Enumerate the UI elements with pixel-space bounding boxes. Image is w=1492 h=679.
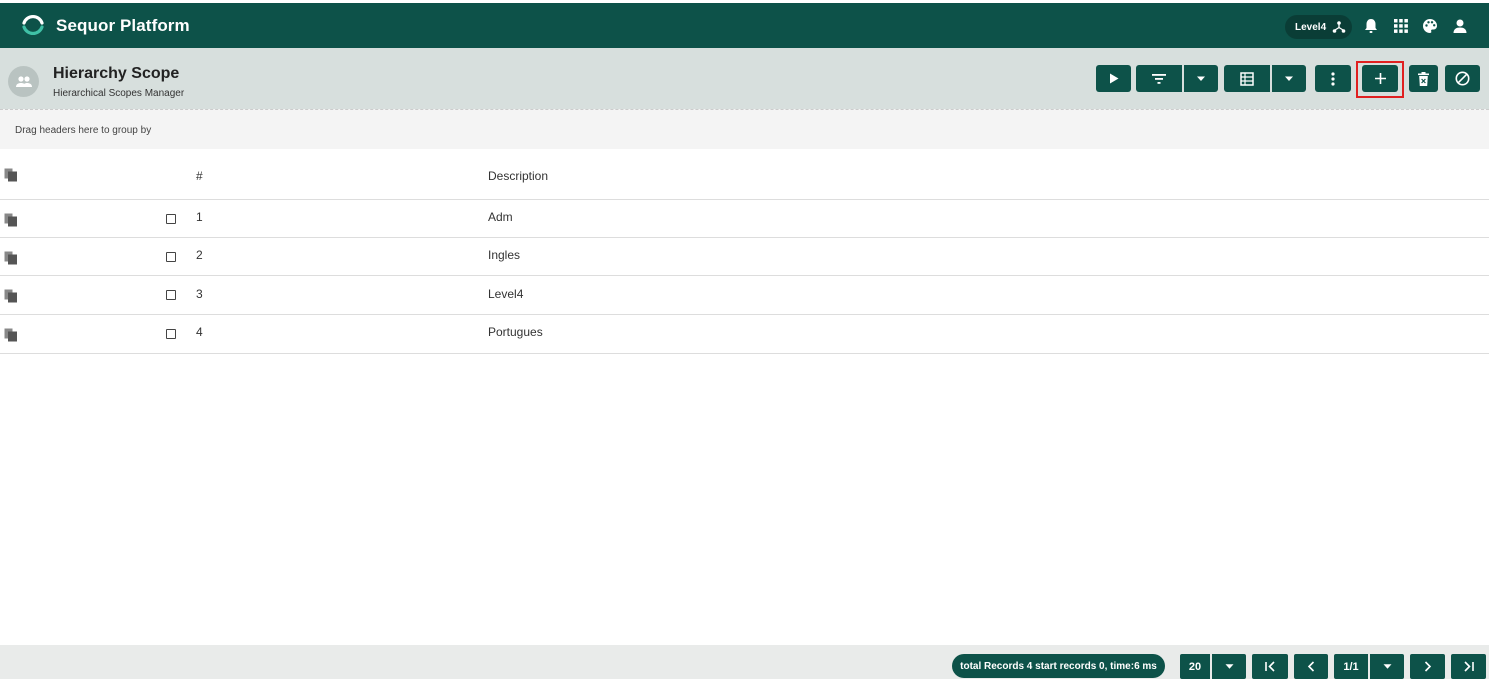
user-icon[interactable] (1451, 17, 1469, 35)
bell-icon[interactable] (1362, 17, 1380, 35)
last-page-icon (1463, 661, 1474, 672)
first-page-button[interactable] (1252, 654, 1288, 679)
page-size-value[interactable]: 20 (1180, 654, 1210, 679)
level-selector[interactable]: Level4 (1285, 15, 1352, 39)
pagination-bar: total Records 4 start records 0, time:6 … (0, 645, 1489, 679)
avatar (8, 66, 39, 97)
filter-button[interactable] (1136, 65, 1182, 92)
first-page-icon (1265, 661, 1275, 672)
block-icon (1455, 71, 1470, 86)
table-row[interactable]: 2 Ingles (0, 238, 1489, 276)
more-options-button[interactable] (1315, 65, 1351, 92)
table-icon (1240, 71, 1254, 86)
page-subtitle: Hierarchical Scopes Manager (53, 88, 185, 99)
page-title: Hierarchy Scope (53, 65, 180, 82)
hierarchy-icon (1332, 21, 1346, 33)
caret-down-icon (1383, 664, 1391, 669)
cell-number: 3 (196, 287, 203, 301)
copy-icon[interactable] (4, 289, 18, 303)
page-size-dropdown[interactable] (1212, 654, 1246, 679)
table-row[interactable]: 1 Adm (0, 200, 1489, 238)
cell-number: 1 (196, 210, 203, 224)
add-button-highlight (1356, 61, 1404, 98)
filter-icon (1152, 73, 1166, 84)
table-row[interactable]: 4 Portugues (0, 315, 1489, 354)
columns-button[interactable] (1224, 65, 1270, 92)
page-header: Hierarchy Scope Hierarchical Scopes Mana… (0, 48, 1489, 109)
filter-dropdown-button[interactable] (1184, 65, 1218, 92)
caret-down-icon (1285, 76, 1293, 81)
trash-icon (1418, 71, 1429, 86)
row-checkbox[interactable] (166, 214, 176, 224)
level-label: Level4 (1295, 21, 1327, 33)
apps-grid-icon[interactable] (1392, 17, 1410, 35)
table-row[interactable]: 3 Level4 (0, 276, 1489, 315)
last-page-button[interactable] (1451, 654, 1486, 679)
cell-description: Ingles (488, 248, 521, 262)
copy-icon[interactable] (4, 168, 18, 182)
previous-page-button[interactable] (1294, 654, 1328, 679)
row-checkbox[interactable] (166, 329, 176, 339)
play-icon (1109, 73, 1118, 84)
app-title: Sequor Platform (56, 16, 190, 35)
row-checkbox[interactable] (166, 290, 176, 300)
page-indicator[interactable]: 1/1 (1334, 654, 1368, 679)
cell-description: Adm (488, 210, 513, 224)
row-checkbox[interactable] (166, 252, 176, 262)
column-header-description[interactable]: Description (488, 169, 548, 183)
group-by-hint: Drag headers here to group by (15, 125, 152, 136)
delete-button[interactable] (1409, 65, 1438, 92)
sequor-logo-icon (22, 14, 44, 36)
chevron-right-icon (1424, 661, 1431, 672)
group-by-zone[interactable]: Drag headers here to group by (0, 109, 1489, 149)
columns-dropdown-button[interactable] (1272, 65, 1306, 92)
copy-icon[interactable] (4, 328, 18, 342)
caret-down-icon (1225, 664, 1233, 669)
grid-header: # Description (0, 149, 1489, 200)
copy-icon[interactable] (4, 251, 18, 265)
next-page-button[interactable] (1410, 654, 1445, 679)
page-dropdown[interactable] (1370, 654, 1404, 679)
cell-number: 2 (196, 248, 203, 262)
copy-icon[interactable] (4, 213, 18, 227)
column-header-number[interactable]: # (196, 169, 203, 183)
chevron-left-icon (1307, 661, 1315, 672)
cancel-button[interactable] (1445, 65, 1480, 92)
cell-number: 4 (196, 325, 203, 339)
run-button[interactable] (1096, 65, 1131, 92)
top-bar: Sequor Platform Level4 (0, 3, 1489, 48)
cell-description: Portugues (488, 325, 543, 339)
palette-icon[interactable] (1421, 17, 1439, 35)
group-icon (15, 75, 32, 87)
cell-description: Level4 (488, 287, 524, 301)
records-stats: total Records 4 start records 0, time:6 … (952, 654, 1165, 678)
more-vertical-icon (1331, 71, 1335, 86)
caret-down-icon (1197, 76, 1205, 81)
